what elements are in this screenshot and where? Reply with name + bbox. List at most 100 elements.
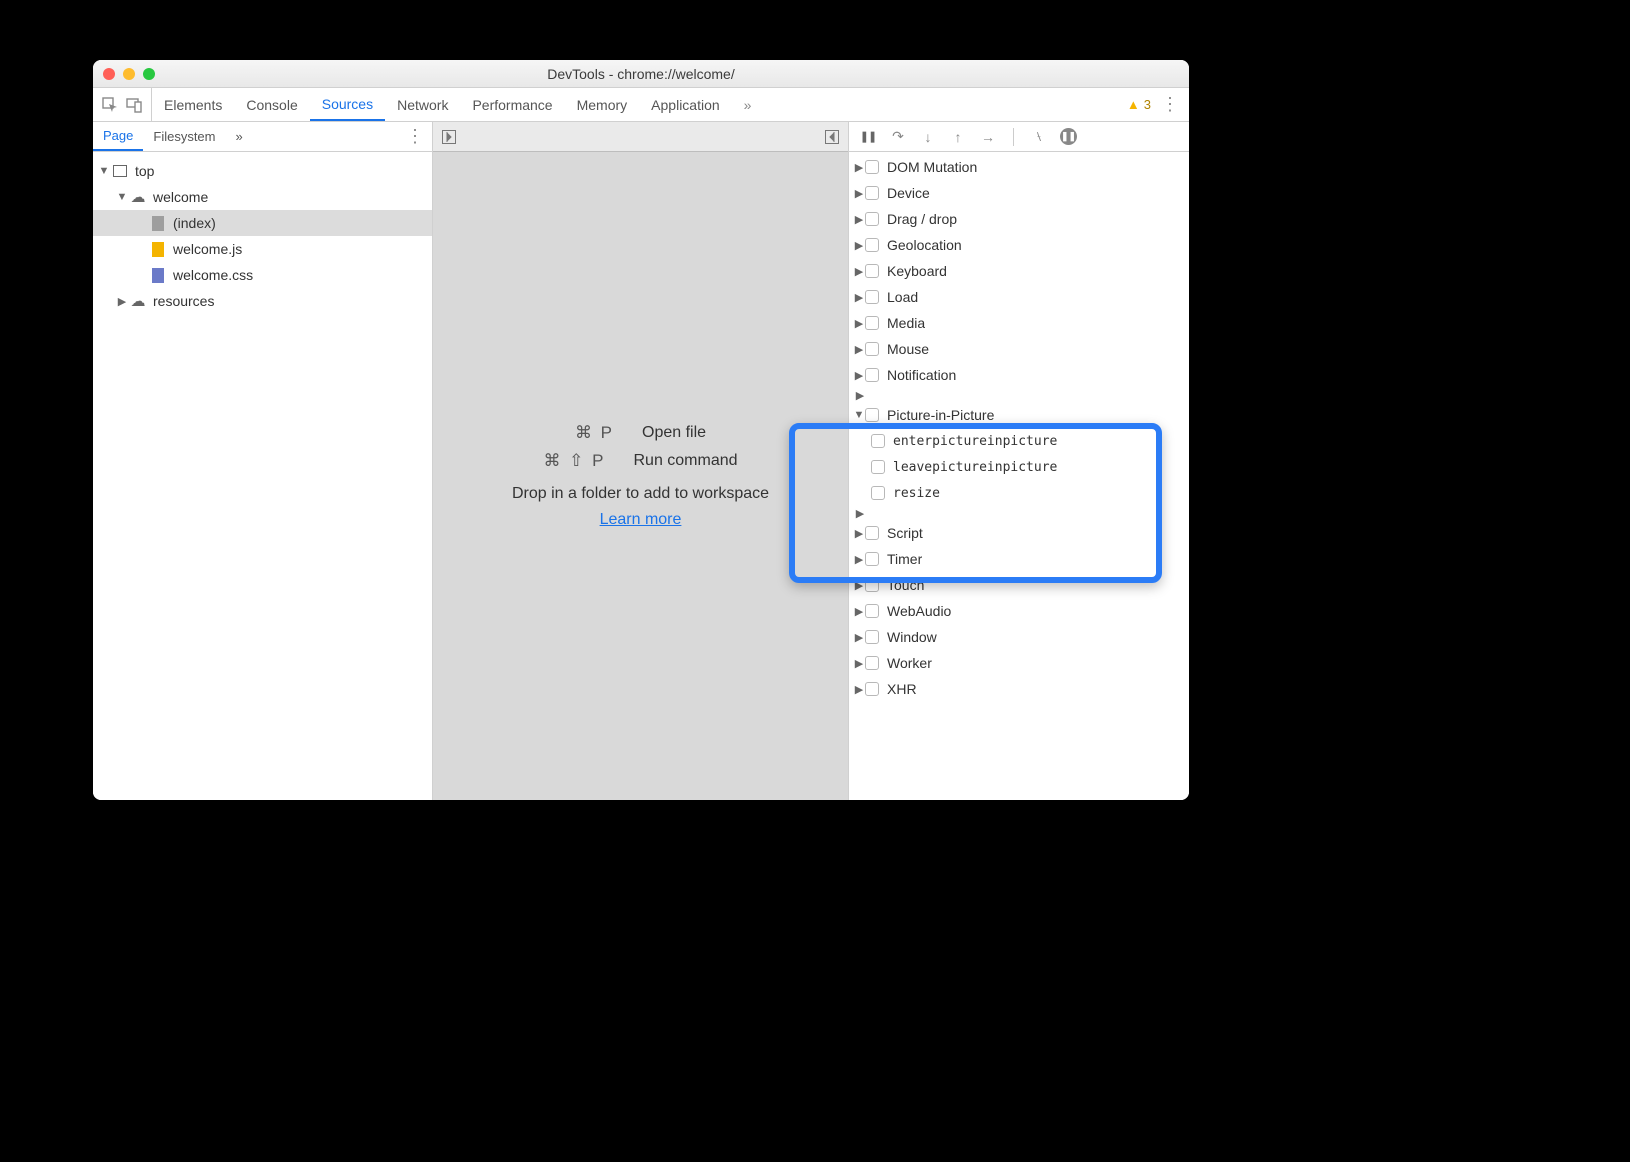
checkbox[interactable] [865, 604, 879, 618]
bp-event[interactable]: resize [849, 480, 1189, 506]
tree-node-welcome[interactable]: ▼ ☁ welcome [93, 184, 432, 210]
chevron-down-icon: ▼ [97, 165, 111, 177]
checkbox[interactable] [865, 552, 879, 566]
bp-category[interactable]: ▶Load [849, 284, 1189, 310]
bp-category[interactable]: ▶WebAudio [849, 598, 1189, 624]
bp-category[interactable]: ▶Script [849, 520, 1189, 546]
tree-node-resources[interactable]: ▶ ☁ resources [93, 288, 432, 314]
step-into-icon[interactable]: ↓ [919, 129, 937, 145]
learn-more-link[interactable]: Learn more [600, 511, 682, 529]
chevron-right-icon: ▶ [853, 389, 867, 402]
checkbox[interactable] [865, 682, 879, 696]
bp-label: Keyboard [887, 263, 947, 279]
checkbox[interactable] [865, 368, 879, 382]
checkbox[interactable] [865, 316, 879, 330]
subtab-page[interactable]: Page [93, 122, 143, 151]
checkbox[interactable] [865, 656, 879, 670]
bp-label: Media [887, 315, 925, 331]
chevron-right-icon: ▶ [849, 343, 865, 356]
bp-category[interactable]: ▶XHR [849, 676, 1189, 702]
checkbox[interactable] [865, 630, 879, 644]
chevron-right-icon: ▶ [849, 605, 865, 618]
chevron-right-icon: ▶ [849, 161, 865, 174]
tab-console[interactable]: Console [234, 88, 309, 121]
zoom-window-button[interactable] [143, 68, 155, 80]
checkbox[interactable] [871, 434, 885, 448]
chevron-right-icon: ▶ [849, 369, 865, 382]
bp-category[interactable]: ▶Notification [849, 362, 1189, 388]
inspect-element-icon[interactable] [101, 96, 119, 114]
checkbox[interactable] [865, 264, 879, 278]
show-navigator-icon[interactable] [441, 129, 457, 145]
checkbox[interactable] [865, 212, 879, 226]
checkbox[interactable] [865, 342, 879, 356]
bp-category[interactable]: ▶Touch [849, 572, 1189, 598]
tree-node-index[interactable]: (index) [93, 210, 432, 236]
tree-node-top[interactable]: ▼ top [93, 158, 432, 184]
bp-category[interactable]: ▶Media [849, 310, 1189, 336]
tab-network[interactable]: Network [385, 88, 460, 121]
tree-label: (index) [173, 215, 216, 231]
bp-label: Mouse [887, 341, 929, 357]
checkbox[interactable] [865, 160, 879, 174]
bp-category[interactable]: ▶ Mouse [849, 336, 1189, 362]
checkbox[interactable] [865, 526, 879, 540]
checkbox[interactable] [865, 186, 879, 200]
minimize-window-button[interactable] [123, 68, 135, 80]
tree-label: welcome [153, 189, 208, 205]
warnings-badge[interactable]: ▲ 3 [1127, 97, 1151, 112]
checkbox[interactable] [865, 238, 879, 252]
show-debugger-icon[interactable] [824, 129, 840, 145]
subtab-filesystem[interactable]: Filesystem [143, 122, 225, 151]
device-toggle-icon[interactable] [125, 96, 143, 114]
checkbox[interactable] [871, 486, 885, 500]
bp-category[interactable]: ▶Worker [849, 650, 1189, 676]
deactivate-breakpoints-icon[interactable]: ⧷ [1030, 128, 1048, 145]
chevron-right-icon: ▶ [849, 579, 865, 592]
pause-on-exceptions-icon[interactable]: ❚❚ [1060, 128, 1077, 145]
bp-event[interactable]: enterpictureinpicture [849, 428, 1189, 454]
step-icon[interactable]: → [979, 129, 997, 145]
bp-category-pip[interactable]: ▼Picture-in-Picture [849, 402, 1189, 428]
settings-menu-icon[interactable]: ⋮ [1161, 94, 1179, 115]
step-out-icon[interactable]: ↑ [949, 129, 967, 145]
bp-category[interactable]: ▶DOM Mutation [849, 154, 1189, 180]
checkbox[interactable] [865, 290, 879, 304]
main-tabbar: Elements Console Sources Network Perform… [93, 88, 1189, 122]
tabs-overflow-button[interactable]: » [732, 88, 764, 121]
bp-event-label: resize [893, 486, 940, 501]
bp-category[interactable]: ▶Keyboard [849, 258, 1189, 284]
bp-category[interactable]: ▶Window [849, 624, 1189, 650]
chevron-right-icon: ▶ [115, 295, 129, 308]
frame-icon [111, 163, 129, 179]
tree-node-welcome-css[interactable]: welcome.css [93, 262, 432, 288]
step-over-icon[interactable]: ↷ [889, 128, 907, 145]
close-window-button[interactable] [103, 68, 115, 80]
bp-label: Device [887, 185, 930, 201]
tree-node-welcome-js[interactable]: welcome.js [93, 236, 432, 262]
bp-category[interactable]: ▶Geolocation [849, 232, 1189, 258]
checkbox[interactable] [865, 578, 879, 592]
subtabs-overflow[interactable]: » [226, 122, 253, 151]
checkbox[interactable] [865, 408, 879, 422]
chevron-right-icon: ▶ [849, 631, 865, 644]
checkbox[interactable] [871, 460, 885, 474]
bp-category[interactable]: ▶Drag / drop [849, 206, 1189, 232]
bp-event[interactable]: leavepictureinpicture [849, 454, 1189, 480]
navigator-pane: Page Filesystem » ⋮ ▼ top ▼ ☁ welcome [93, 122, 433, 800]
tab-elements[interactable]: Elements [152, 88, 234, 121]
chevron-right-icon: ▶ [849, 213, 865, 226]
tab-performance[interactable]: Performance [460, 88, 564, 121]
bp-category[interactable]: ▶Device [849, 180, 1189, 206]
tab-memory[interactable]: Memory [565, 88, 640, 121]
tab-application[interactable]: Application [639, 88, 732, 121]
titlebar: DevTools - chrome://welcome/ [93, 60, 1189, 88]
navigator-menu-icon[interactable]: ⋮ [398, 122, 432, 151]
bp-label: Picture-in-Picture [887, 407, 994, 423]
pause-icon[interactable]: ❚❚ [859, 130, 877, 143]
bp-category[interactable]: ▶Timer [849, 546, 1189, 572]
tab-sources[interactable]: Sources [310, 88, 385, 121]
kbd-run-command: ⌘ ⇧ P [543, 451, 605, 471]
devtools-window: DevTools - chrome://welcome/ Elements Co… [93, 60, 1189, 800]
chevron-right-icon: ▶ [849, 527, 865, 540]
